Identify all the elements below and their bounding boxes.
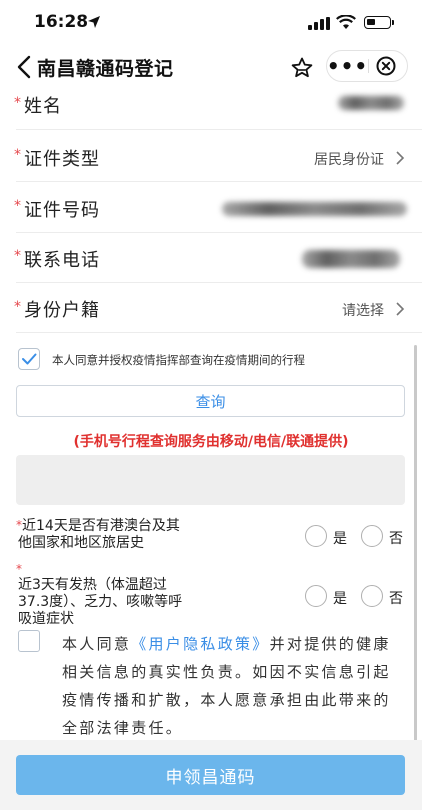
question-line: 37.3度）、乏力、咳嗽等呼 xyxy=(18,594,183,610)
question-line: 他国家和地区旅居史 xyxy=(18,535,144,551)
id-type-label: 证件类型 xyxy=(24,149,100,170)
carrier-notice: (手机号行程查询服务由移动/电信/联通提供) xyxy=(73,434,349,450)
privacy-policy-link[interactable]: 《用户隐私政策》 xyxy=(131,635,269,653)
travel-history-question-line2: 他国家和地区旅居史 xyxy=(18,535,144,552)
symptoms-yes-radio[interactable] xyxy=(305,585,327,607)
row-divider xyxy=(16,332,422,333)
page-title: 南昌赣通码登记 xyxy=(37,58,174,80)
name-row[interactable]: * 姓名 xyxy=(0,80,422,130)
household-registration-value: 请选择 xyxy=(342,303,384,319)
trip-result-box xyxy=(16,455,405,505)
scrollbar[interactable] xyxy=(414,345,417,750)
id-number-row[interactable]: * 证件号码 xyxy=(0,183,422,233)
query-button[interactable]: 查询 xyxy=(16,385,405,417)
phone-label: 联系电话 xyxy=(24,250,100,271)
question-line: 近14天是否有港澳台及其 xyxy=(22,518,180,534)
cellular-signal-icon xyxy=(308,17,330,30)
battery-icon xyxy=(364,16,391,29)
row-divider xyxy=(16,181,422,182)
symptoms-no-radio[interactable] xyxy=(361,585,383,607)
agreement-prefix: 本人同意 xyxy=(62,635,132,653)
checkmark-icon xyxy=(22,353,37,365)
status-bar: 16:28 xyxy=(0,0,422,44)
star-icon[interactable] xyxy=(290,56,314,80)
no-label: 否 xyxy=(389,591,403,607)
required-mark: * xyxy=(14,95,21,111)
close-circle-icon[interactable] xyxy=(375,55,397,77)
redacted-phone-value xyxy=(302,250,400,268)
id-type-value: 居民身份证 xyxy=(314,152,384,168)
required-mark: * xyxy=(14,299,21,315)
redacted-id-number-value xyxy=(222,202,407,216)
privacy-agreement-text: 本人同意《用户隐私政策》并对提供的健康相关信息的真实性负责。如因不实信息引起疫情… xyxy=(62,630,405,742)
id-type-row[interactable]: * 证件类型 居民身份证 xyxy=(0,132,422,182)
no-label: 否 xyxy=(389,531,403,547)
household-registration-row[interactable]: * 身份户籍 请选择 xyxy=(0,283,422,333)
travel-history-yes-radio[interactable] xyxy=(305,525,327,547)
question-line: 吸道症状 xyxy=(18,611,74,627)
mini-program-capsule: ••• xyxy=(326,50,408,82)
name-label: 姓名 xyxy=(24,96,62,117)
row-divider xyxy=(16,129,422,130)
symptoms-question: 近3天有发热（体温超过 37.3度）、乏力、咳嗽等呼 吸道症状 xyxy=(18,577,182,628)
battery-tip xyxy=(392,20,394,25)
wifi-icon xyxy=(336,15,356,29)
id-number-label: 证件号码 xyxy=(24,200,100,221)
required-mark: * xyxy=(14,248,21,264)
chevron-right-icon xyxy=(396,151,405,165)
privacy-agreement-checkbox[interactable] xyxy=(18,630,40,652)
chevron-right-icon xyxy=(396,302,405,316)
location-arrow-icon xyxy=(88,16,100,28)
yes-label: 是 xyxy=(333,591,347,607)
apply-code-button[interactable]: 申领昌通码 xyxy=(16,755,405,795)
required-mark: * xyxy=(14,198,21,214)
yes-label: 是 xyxy=(333,531,347,547)
phone-row[interactable]: * 联系电话 xyxy=(0,233,422,283)
back-arrow-icon[interactable] xyxy=(14,54,36,80)
trip-query-consent-checkbox[interactable] xyxy=(18,348,40,370)
required-mark: * xyxy=(16,562,22,576)
question-line: 近3天有发热（体温超过 xyxy=(18,577,167,593)
travel-history-no-radio[interactable] xyxy=(361,525,383,547)
redacted-name-value xyxy=(338,96,404,110)
travel-history-question: 近14天是否有港澳台及其 xyxy=(22,518,180,535)
status-time: 16:28 xyxy=(34,12,89,32)
trip-query-consent-text: 本人同意并授权疫情指挥部查询在疫情期间的行程 xyxy=(52,353,305,367)
household-registration-label: 身份户籍 xyxy=(24,300,100,321)
capsule-divider xyxy=(368,59,369,73)
required-mark: * xyxy=(14,147,21,163)
more-button[interactable]: ••• xyxy=(327,51,368,81)
